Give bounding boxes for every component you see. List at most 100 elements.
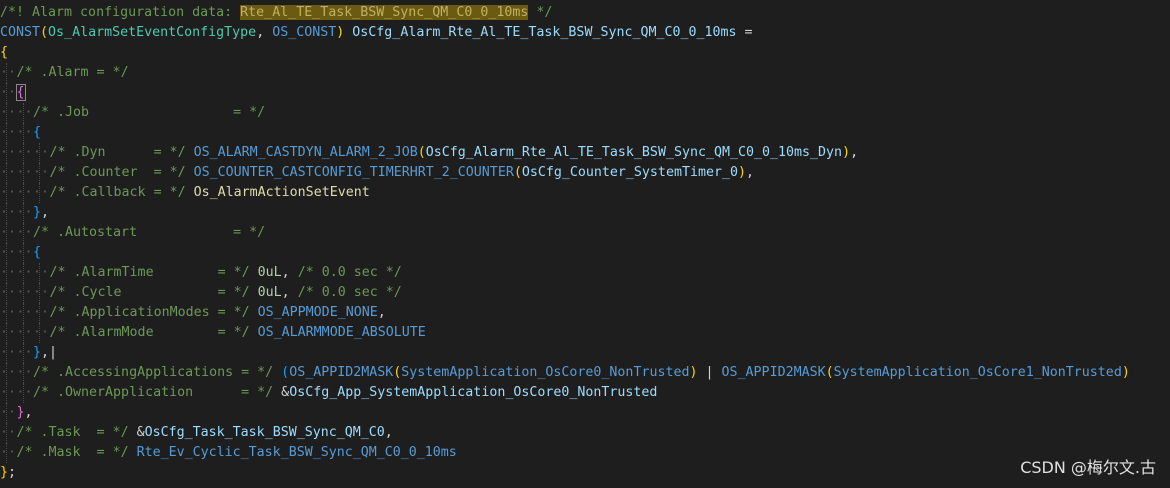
code-line[interactable]: ··/* .Alarm = */ [0,63,1170,83]
code-token: & [281,385,290,400]
code-line[interactable]: { [0,43,1170,63]
indent-guide: ·· [17,143,34,163]
code-token: /* .AccessingApplications = */ [33,365,282,380]
indent-guide: ·· [0,383,17,403]
indent-guide: ·· [17,163,34,183]
code-token: , [24,405,33,420]
indent-guide: ·· [0,363,17,383]
indent-guide: ·· [17,303,34,323]
code-line[interactable]: ····/* .AccessingApplications = */ (OS_A… [0,363,1170,383]
indent-guide: ·· [17,343,34,363]
code-token: 0uL [257,285,282,300]
indent-guide: ·· [17,383,34,403]
code-token: , [377,305,386,320]
indent-guide: ·· [17,323,34,343]
code-line[interactable]: ······/* .Counter = */ OS_COUNTER_CASTCO… [0,163,1170,183]
code-token: , [384,425,393,440]
code-line[interactable]: ····},| [0,343,1170,363]
code-token: /* .Dyn = */ [49,145,194,160]
indent-guide: ·· [0,303,17,323]
indent-guide: ·· [0,223,17,243]
code-token: , [41,205,50,220]
code-token: | [49,345,58,360]
code-line[interactable]: ··/* .Task = */ &OsCfg_Task_Task_BSW_Syn… [0,423,1170,443]
code-token: OS_ALARM_CASTDYN_ALARM_2_JOB [193,145,418,160]
indent-guide: ·· [17,283,34,303]
code-line[interactable]: ······/* .Cycle = */ 0uL, /* 0.0 sec */ [0,283,1170,303]
indent-guide: ·· [0,83,17,103]
code-token: ( [825,365,834,380]
code-token: /* .Cycle = */ [49,285,258,300]
indent-guide: ·· [17,103,34,123]
code-line[interactable]: ······/* .AlarmTime = */ 0uL, /* 0.0 sec… [0,263,1170,283]
indent-guide: ·· [0,423,17,443]
indent-guide: ·· [0,263,17,283]
code-line[interactable]: CONST(Os_AlarmSetEventConfigType, OS_CON… [0,23,1170,43]
code-line[interactable]: ······/* .Callback = */ Os_AlarmActionSe… [0,183,1170,203]
code-line[interactable]: ····/* .Autostart = */ [0,223,1170,243]
code-line[interactable]: ··}, [0,403,1170,423]
code-token: SystemApplication_OsCore0_NonTrusted [401,365,690,380]
code-token: OsCfg_App_SystemApplication_OsCore0_NonT… [289,385,658,400]
code-token: OS_APPMODE_NONE [257,305,378,320]
indent-guide: ·· [33,263,50,283]
code-token: Rte_Al_TE_Task_BSW_Sync_QM_C0_0_10ms [240,5,529,20]
code-token: OS_APPID2MASK [721,365,826,380]
code-token: /*! Alarm configuration data: [0,5,241,20]
code-token: OsCfg_Counter_SystemTimer_0 [521,165,738,180]
code-token: /* .Job = */ [33,105,266,120]
code-token: /* .AlarmMode = */ [49,325,258,340]
code-line[interactable]: ··/* .Mask = */ Rte_Ev_Cyclic_Task_BSW_S… [0,443,1170,463]
indent-guide: ·· [33,303,50,323]
code-token: { [33,245,42,260]
indent-guide: ·· [17,203,34,223]
code-token: OS_COUNTER_CASTCONFIG_TIMERHRT_2_COUNTER [193,165,514,180]
code-token: OS_CONST [272,25,337,40]
code-token: /* .Task = */ [16,425,137,440]
code-token: /* .Mask = */ [16,445,137,460]
code-token: /* 0.0 sec */ [297,285,402,300]
indent-guide: ·· [33,323,50,343]
code-token: } [33,205,42,220]
indent-guide: ·· [17,243,34,263]
indent-guide: ·· [17,223,34,243]
code-line[interactable]: ····{ [0,243,1170,263]
indent-guide: ·· [0,123,17,143]
indent-guide: ·· [0,203,17,223]
code-token: , [41,345,50,360]
code-token: } [0,465,9,480]
code-token: /* .AlarmTime = */ [49,265,258,280]
code-token: ; [8,465,17,480]
code-line[interactable]: /*! Alarm configuration data: Rte_Al_TE_… [0,3,1170,23]
code-line[interactable]: ··{ [0,83,1170,103]
code-token: /* 0.0 sec */ [297,265,402,280]
code-token: ( [40,25,49,40]
code-line[interactable]: ····/* .Job = */ [0,103,1170,123]
code-token: ) [1121,365,1130,380]
code-token: { [0,45,9,60]
code-token: & [136,425,145,440]
code-line[interactable]: ····}, [0,203,1170,223]
indent-guide: ·· [0,443,17,463]
indent-guide: ·· [17,263,34,283]
indent-guide: ·· [0,183,17,203]
indent-guide: ·· [0,283,17,303]
code-token: ( [513,165,522,180]
code-line[interactable]: ······/* .Dyn = */ OS_ALARM_CASTDYN_ALAR… [0,143,1170,163]
code-token: , [746,165,755,180]
code-editor[interactable]: /*! Alarm configuration data: Rte_Al_TE_… [0,3,1170,483]
csdn-watermark: CSDN @梅尔文.古 [1020,458,1156,477]
code-line[interactable]: }; [0,463,1170,483]
indent-guide: ·· [0,323,17,343]
code-token: /* .Callback = */ [49,185,194,200]
code-line[interactable]: ······/* .ApplicationModes = */ OS_APPMO… [0,303,1170,323]
indent-guide: ·· [0,143,17,163]
code-token: OsCfg_Alarm_Rte_Al_TE_Task_BSW_Sync_QM_C… [425,145,843,160]
code-token: /* .Counter = */ [49,165,194,180]
indent-guide: ·· [33,183,50,203]
code-line[interactable]: ······/* .AlarmMode = */ OS_ALARMMODE_AB… [0,323,1170,343]
indent-guide: ·· [17,363,34,383]
code-token: SystemApplication_OsCore1_NonTrusted [833,365,1122,380]
code-line[interactable]: ····/* .OwnerApplication = */ &OsCfg_App… [0,383,1170,403]
code-line[interactable]: ····{ [0,123,1170,143]
